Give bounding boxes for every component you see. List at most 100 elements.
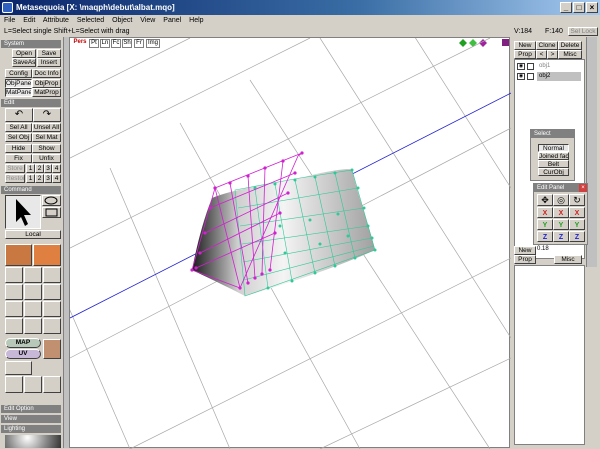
- unsel-all-button[interactable]: Unsel All: [32, 123, 61, 132]
- rotate-tool-icon[interactable]: [24, 267, 42, 283]
- hide-button[interactable]: Hide: [5, 144, 32, 153]
- menu-view[interactable]: View: [140, 17, 155, 24]
- material-list[interactable]: [514, 265, 585, 445]
- view-header[interactable]: View: [1, 415, 61, 423]
- grid-tool-icon[interactable]: [43, 301, 61, 317]
- weld-tool-icon[interactable]: [24, 301, 42, 317]
- restore-button[interactable]: Restore: [5, 174, 25, 183]
- menu-file[interactable]: File: [4, 17, 15, 24]
- list-item[interactable]: ◉ obj2: [515, 72, 585, 81]
- mat-new-button[interactable]: New: [514, 246, 536, 255]
- obj-delete-button[interactable]: Delete: [558, 41, 582, 50]
- close-icon[interactable]: ×: [579, 184, 587, 192]
- z-axis-button[interactable]: Z: [553, 231, 569, 242]
- close-icon[interactable]: ×: [586, 2, 598, 13]
- menu-selected[interactable]: Selected: [77, 17, 104, 24]
- save-button[interactable]: Save: [37, 49, 61, 58]
- doc-info-button[interactable]: Doc Info: [32, 69, 61, 78]
- select-curobj-button[interactable]: CurObj: [538, 168, 569, 176]
- sel-mat-button[interactable]: Sel Mat: [32, 133, 61, 142]
- bend-tool-icon[interactable]: [24, 284, 42, 300]
- picture-tool-icon[interactable]: [43, 376, 61, 393]
- visibility-eye-icon[interactable]: ◉: [517, 63, 525, 70]
- lock-icon[interactable]: [527, 73, 534, 80]
- insert-button[interactable]: Insert: [37, 58, 61, 67]
- menu-edit[interactable]: Edit: [23, 17, 35, 24]
- play-tool-icon[interactable]: [5, 376, 23, 393]
- unfix-button[interactable]: Unfix: [32, 154, 61, 163]
- obj-up-button[interactable]: <: [536, 50, 547, 59]
- objpanel-button[interactable]: ObjPanel: [5, 79, 32, 88]
- undo-icon[interactable]: ↶: [5, 108, 33, 122]
- sel-lock-button[interactable]: Sel Lock: [568, 27, 598, 36]
- scale-icon[interactable]: ◎: [553, 194, 569, 206]
- bone-tool-icon[interactable]: [5, 361, 32, 375]
- x-axis-button[interactable]: X: [569, 207, 585, 218]
- map-button[interactable]: MAP: [5, 338, 41, 348]
- menu-panel[interactable]: Panel: [163, 17, 181, 24]
- z-axis-button[interactable]: Z: [537, 231, 553, 242]
- obj-down-button[interactable]: >: [547, 50, 558, 59]
- magnet-tool-icon[interactable]: [5, 284, 23, 300]
- mat-prop-button[interactable]: Prop: [514, 255, 536, 264]
- cube-grid-icon[interactable]: [43, 339, 61, 359]
- move-icon[interactable]: ✥: [537, 194, 553, 206]
- restore-slot-2[interactable]: 2: [35, 174, 44, 183]
- store-slot-4[interactable]: 4: [52, 164, 61, 173]
- knife-plane-icon[interactable]: [43, 284, 61, 300]
- y-axis-button[interactable]: Y: [537, 219, 553, 230]
- knife-tool-icon[interactable]: [43, 267, 61, 283]
- z-axis-button[interactable]: Z: [569, 231, 585, 242]
- config-button[interactable]: Config: [5, 69, 32, 78]
- store-slot-3[interactable]: 3: [44, 164, 52, 173]
- move-tool-icon[interactable]: [5, 267, 23, 283]
- restore-slot-3[interactable]: 3: [44, 174, 52, 183]
- store-slot-2[interactable]: 2: [35, 164, 44, 173]
- open-button[interactable]: Open: [12, 49, 36, 58]
- saveas-button[interactable]: SaveAs: [12, 58, 36, 67]
- show-button[interactable]: Show: [32, 144, 61, 153]
- matprop-button[interactable]: MatProp: [32, 88, 61, 97]
- menu-attribute[interactable]: Attribute: [43, 17, 69, 24]
- x-axis-button[interactable]: X: [537, 207, 553, 218]
- obj-clone-button[interactable]: Clone: [536, 41, 558, 50]
- paint-tool-icon[interactable]: [5, 318, 23, 334]
- redo-icon[interactable]: ↷: [33, 108, 61, 122]
- menu-help[interactable]: Help: [189, 17, 203, 24]
- list-item[interactable]: ◉ obj1: [515, 62, 585, 71]
- restore-slot-4[interactable]: 4: [52, 174, 61, 183]
- store-slot-1[interactable]: 1: [26, 164, 35, 173]
- sel-all-button[interactable]: Sel All: [5, 123, 32, 132]
- x-axis-button[interactable]: X: [553, 207, 569, 218]
- select-tool[interactable]: [5, 195, 41, 229]
- visibility-eye-icon[interactable]: ◉: [517, 73, 525, 80]
- texture-tool-icon[interactable]: [43, 318, 61, 334]
- local-button[interactable]: Local: [5, 230, 61, 239]
- sel-obj-button[interactable]: Sel Obj: [5, 133, 32, 142]
- 3d-viewport[interactable]: Pers Pt Ln Fc Sh Fr Img: [69, 37, 511, 449]
- box-orange-icon[interactable]: [33, 244, 61, 266]
- minimize-icon[interactable]: _: [560, 2, 572, 13]
- lasso-tool[interactable]: [42, 195, 61, 206]
- material-tool-icon[interactable]: [24, 318, 42, 334]
- menu-object[interactable]: Object: [112, 17, 132, 24]
- select-joined-face-button[interactable]: Joined face: [538, 152, 569, 160]
- lighting-sphere[interactable]: [5, 435, 61, 448]
- rotate-icon[interactable]: ↻: [569, 194, 585, 206]
- restore-slot-1[interactable]: 1: [26, 174, 35, 183]
- matpanel-button[interactable]: MatPanel: [5, 88, 32, 97]
- store-button[interactable]: Store: [5, 164, 25, 173]
- y-axis-button[interactable]: Y: [553, 219, 569, 230]
- edit-option-header[interactable]: Edit Option: [1, 405, 61, 413]
- fix-button[interactable]: Fix: [5, 154, 32, 163]
- objprop-button[interactable]: ObjProp: [32, 79, 61, 88]
- y-axis-button[interactable]: Y: [569, 219, 585, 230]
- obj-prop-button[interactable]: Prop: [514, 50, 536, 59]
- lock-icon[interactable]: [527, 63, 534, 70]
- mat-misc-button[interactable]: Misc: [554, 255, 582, 264]
- rect-select-tool[interactable]: [42, 207, 61, 218]
- obj-new-button[interactable]: New: [514, 41, 536, 50]
- delete-tool-icon[interactable]: [5, 301, 23, 317]
- maximize-icon[interactable]: □: [573, 2, 585, 13]
- select-point-tool-icon[interactable]: [24, 376, 42, 393]
